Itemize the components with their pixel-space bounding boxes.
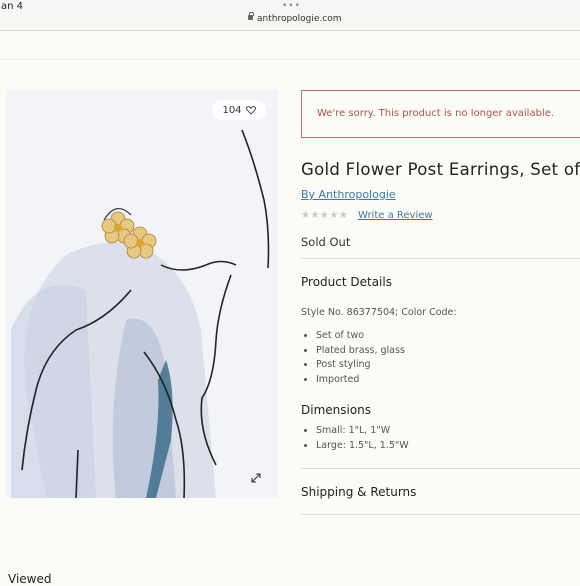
section-divider	[301, 468, 580, 469]
product-image[interactable]	[6, 90, 278, 498]
shipping-returns-toggle[interactable]: Shipping & Returns	[301, 485, 416, 499]
details-list: Set of two Plated brass, glass Post styl…	[301, 329, 405, 387]
style-number: Style No. 86377504; Color Code:	[301, 307, 457, 318]
product-details-heading[interactable]: Product Details	[301, 275, 392, 289]
heart-icon	[245, 106, 256, 115]
list-item: Large: 1.5"L, 1.5"W	[316, 439, 409, 454]
list-item: Imported	[316, 373, 405, 388]
browser-status-bar: Jan 4 ••• anthropologie.com	[0, 0, 580, 30]
section-divider	[301, 258, 580, 259]
recently-viewed-heading: Viewed	[8, 572, 52, 586]
favorite-button[interactable]: 104	[212, 100, 266, 120]
product-title: Gold Flower Post Earrings, Set of	[301, 160, 580, 179]
section-divider	[301, 514, 580, 515]
list-item: Post styling	[316, 358, 405, 373]
dimensions-heading: Dimensions	[301, 403, 372, 417]
browser-divider	[0, 30, 580, 31]
write-review-link[interactable]: Write a Review	[358, 210, 433, 221]
dimensions-list: Small: 1"L, 1"W Large: 1.5"L, 1.5"W	[301, 424, 409, 453]
earring-illustration	[11, 129, 270, 498]
list-item: Plated brass, glass	[316, 344, 405, 359]
brand-link[interactable]: By Anthropologie	[301, 188, 396, 201]
lock-icon	[248, 12, 254, 20]
address-bar[interactable]: anthropologie.com	[248, 12, 342, 24]
rating-stars: ★★★★★	[301, 210, 349, 221]
header-divider	[0, 59, 580, 60]
status-time: Jan 4	[0, 1, 23, 12]
unavailable-notice: We're sorry. This product is no longer a…	[301, 90, 580, 138]
list-item: Small: 1"L, 1"W	[316, 424, 409, 439]
expand-icon[interactable]	[249, 471, 263, 485]
availability-status: Sold Out	[301, 235, 351, 249]
notice-text: We're sorry. This product is no longer a…	[317, 108, 555, 119]
list-item: Set of two	[316, 329, 405, 344]
favorites-count: 104	[222, 104, 242, 116]
url-text: anthropologie.com	[257, 14, 342, 24]
tab-dots-icon[interactable]: •••	[282, 1, 301, 11]
